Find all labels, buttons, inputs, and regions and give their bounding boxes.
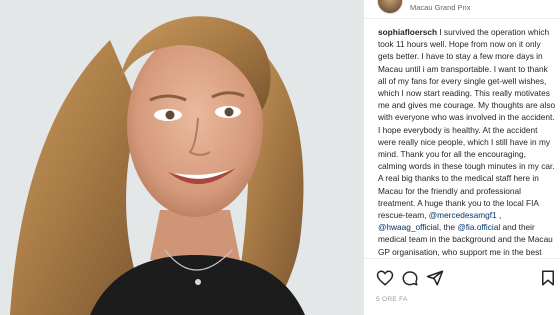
mention-fia[interactable]: @fia.official	[457, 222, 500, 232]
bookmark-icon[interactable]	[539, 269, 557, 287]
heart-icon[interactable]	[376, 269, 394, 287]
post-side-panel: Macau Grand Prix sophiafloersch I surviv…	[363, 0, 560, 315]
post-header: Macau Grand Prix	[364, 0, 560, 19]
post-timestamp: 5 ORE FA	[376, 296, 408, 303]
comment-icon[interactable]	[401, 269, 419, 287]
post-location[interactable]: Macau Grand Prix	[410, 3, 470, 12]
photo-illustration	[0, 0, 363, 315]
caption-scroll-area[interactable]: sophiafloersch I survived the operation …	[364, 20, 560, 260]
post-caption: sophiafloersch I survived the operation …	[378, 26, 556, 260]
caption-separator-2: , the	[438, 222, 456, 233]
mention-hwaag[interactable]: @hwaag_official	[378, 222, 439, 232]
post-photo	[0, 0, 363, 315]
caption-text-1: I survived the operation which took 11 h…	[378, 27, 556, 221]
action-bar	[364, 258, 560, 299]
avatar[interactable]	[377, 0, 403, 14]
caption-separator-1: ,	[496, 210, 502, 221]
share-icon[interactable]	[426, 269, 444, 287]
mention-mercedes[interactable]: @mercedesamgf1	[429, 210, 497, 220]
caption-username[interactable]: sophiafloersch	[378, 27, 437, 37]
